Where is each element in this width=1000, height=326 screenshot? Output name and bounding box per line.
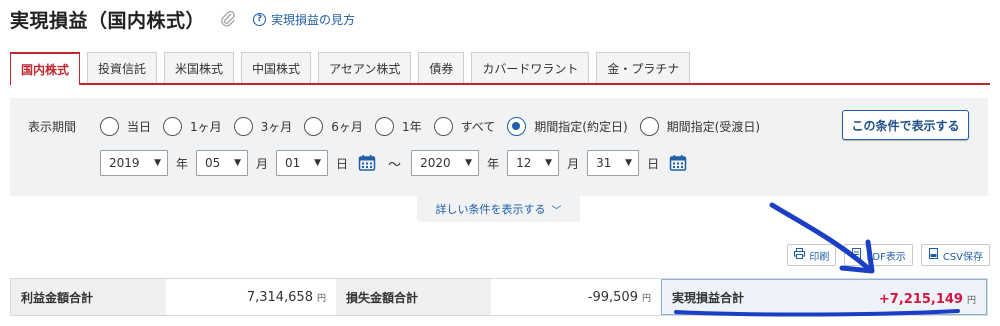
filter-panel: 表示期間 当日 1ヶ月 3ヶ月 6ヶ月 1年 すべて 期間指定(約定日) 期間指…	[10, 98, 988, 196]
market-tabs: 国内株式 投資信託 米国株式 中国株式 アセアン株式 債券 カバードワラント 金…	[10, 52, 990, 85]
radio-circle[interactable]	[163, 116, 183, 136]
radio-1-month[interactable]: 1ヶ月	[163, 116, 222, 136]
realized-pl-value-wrap: +7,215,149 円	[879, 288, 976, 307]
radio-label: 期間指定(受渡日)	[666, 119, 761, 134]
csv-label: CSV保存	[942, 251, 983, 263]
dropdown-arrow-icon: ▼	[314, 158, 322, 168]
radio-today[interactable]: 当日	[100, 116, 152, 136]
to-year-select[interactable]: 2020 ▼	[411, 150, 480, 176]
show-more-label: 詳しい条件を表示する	[435, 203, 546, 216]
radio-1-year[interactable]: 1年	[374, 116, 422, 136]
unit-month: 月	[256, 156, 269, 171]
radio-label: 1ヶ月	[190, 119, 222, 134]
select-value: 2019	[109, 156, 140, 170]
output-actions: 印刷 PDF表示 CSV保存	[779, 244, 990, 266]
profit-amount: 7,314,658	[246, 289, 313, 305]
radio-circle[interactable]	[233, 116, 253, 136]
chevron-down-icon: ﹀	[551, 205, 562, 217]
dropdown-arrow-icon: ▼	[465, 158, 473, 168]
dropdown-arrow-icon: ▼	[625, 158, 633, 168]
yen-unit: 円	[316, 293, 326, 304]
tab-asean-stocks[interactable]: アセアン株式	[318, 52, 412, 83]
radio-circle[interactable]	[433, 116, 453, 136]
radio-label: 6ヶ月	[331, 119, 363, 134]
question-icon: ?	[253, 12, 267, 26]
radio-6-months[interactable]: 6ヶ月	[304, 116, 363, 136]
period-options: 表示期間 当日 1ヶ月 3ヶ月 6ヶ月 1年 すべて 期間指定(約定日) 期間指…	[28, 116, 772, 136]
radio-label: 3ヶ月	[260, 119, 293, 134]
profit-total-value: 7,314,658 円	[166, 279, 336, 315]
select-value: 31	[596, 156, 612, 170]
paperclip-icon[interactable]	[219, 10, 237, 28]
radio-settlement-date-range[interactable]: 期間指定(受渡日)	[639, 116, 761, 136]
radio-circle[interactable]	[374, 116, 394, 136]
radio-3-months[interactable]: 3ヶ月	[233, 116, 293, 136]
dropdown-arrow-icon: ▼	[234, 158, 242, 168]
help-link-label: 実現損益の見方	[271, 12, 356, 27]
unit-month: 月	[567, 156, 580, 171]
tab-domestic-stocks[interactable]: 国内株式	[10, 52, 81, 85]
pdf-button[interactable]: PDF表示	[844, 244, 913, 266]
period-label: 表示期間	[28, 119, 77, 134]
to-day-select[interactable]: 31 ▼	[587, 150, 640, 176]
csv-button[interactable]: CSV保存	[920, 244, 990, 266]
select-value: 05	[205, 156, 221, 170]
pl-summary-table: 利益金額合計 7,314,658 円 損失金額合計 -99,509 円 実現損益合計…	[10, 278, 988, 316]
tab-bonds[interactable]: 債券	[418, 52, 465, 83]
page-title: 実現損益（国内株式）	[10, 9, 206, 32]
tab-gold-platinum[interactable]: 金・プラチナ	[596, 52, 691, 83]
range-separator: ～	[388, 157, 402, 173]
select-value: 2020	[420, 156, 451, 170]
unit-year: 年	[176, 156, 189, 171]
realized-pl-amount: +7,215,149	[878, 291, 963, 307]
from-day-select[interactable]: 01 ▼	[276, 150, 329, 176]
calendar-icon[interactable]	[669, 154, 687, 172]
radio-trade-date-range[interactable]: 期間指定(約定日)	[507, 116, 628, 136]
yen-unit: 円	[641, 293, 651, 304]
pdf-label: PDF表示	[866, 251, 906, 263]
pdf-icon	[851, 248, 862, 262]
realized-pl-label: 実現損益合計	[672, 290, 745, 305]
unit-day: 日	[336, 156, 349, 171]
radio-all[interactable]: すべて	[433, 116, 496, 136]
radio-circle[interactable]	[100, 116, 119, 136]
loss-total-value: -99,509 円	[491, 279, 661, 315]
apply-conditions-button[interactable]: この条件で表示する	[842, 110, 969, 140]
from-month-select[interactable]: 05 ▼	[196, 150, 249, 176]
printer-icon	[794, 248, 806, 262]
loss-amount: -99,509	[587, 289, 638, 305]
print-button[interactable]: 印刷	[787, 244, 837, 266]
date-range-row: 2019 ▼ 年 05 ▼ 月 01 ▼ 日 ～ 2020 ▼ 年 12 ▼ 月 31 ▼ …	[100, 150, 687, 176]
tab-investment-trusts[interactable]: 投資信託	[87, 52, 158, 83]
select-value: 01	[285, 156, 301, 170]
radio-circle[interactable]	[639, 116, 659, 136]
page-header: 実現損益（国内株式） ? 実現損益の見方	[10, 6, 355, 32]
show-more-conditions-button[interactable]: 詳しい条件を表示する ﹀	[417, 196, 580, 222]
help-link[interactable]: ? 実現損益の見方	[253, 11, 355, 28]
select-value: 12	[516, 156, 532, 170]
realized-pl-total: 実現損益合計 +7,215,149 円	[661, 279, 987, 315]
radio-circle-checked[interactable]	[507, 116, 527, 136]
to-month-select[interactable]: 12 ▼	[507, 150, 560, 176]
dropdown-arrow-icon: ▼	[154, 158, 161, 168]
unit-year: 年	[487, 156, 500, 171]
calendar-icon[interactable]	[358, 154, 376, 172]
profit-total-label: 利益金額合計	[11, 279, 166, 315]
radio-label: 当日	[127, 119, 152, 134]
yen-unit: 円	[966, 295, 976, 306]
unit-day: 日	[647, 156, 660, 171]
tab-covered-warrants[interactable]: カバードワラント	[471, 52, 590, 83]
radio-circle[interactable]	[304, 116, 324, 136]
tab-us-stocks[interactable]: 米国株式	[164, 52, 235, 83]
dropdown-arrow-icon: ▼	[545, 158, 553, 168]
from-year-select[interactable]: 2019 ▼	[100, 150, 168, 176]
radio-label: 期間指定(約定日)	[534, 119, 628, 134]
loss-total-label: 損失金額合計	[336, 279, 491, 315]
tab-china-stocks[interactable]: 中国株式	[241, 52, 312, 83]
print-label: 印刷	[809, 251, 830, 263]
csv-icon	[928, 248, 939, 262]
radio-label: すべて	[460, 119, 496, 134]
radio-label: 1年	[401, 119, 422, 134]
